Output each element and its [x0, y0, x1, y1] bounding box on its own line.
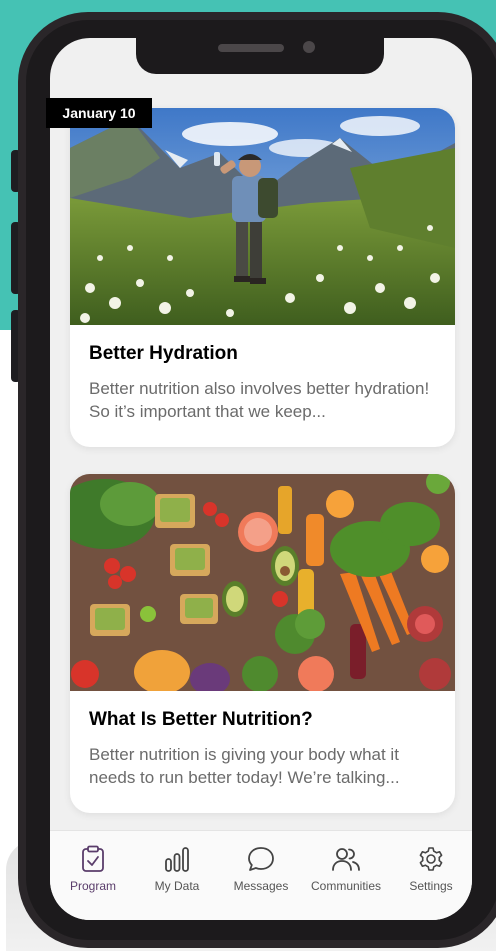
tab-label: Program	[69, 879, 116, 893]
clipboard-check-icon	[82, 845, 104, 872]
tab-settings[interactable]: Settings	[388, 845, 474, 893]
tab-label: Communities	[310, 879, 382, 893]
card-title: What Is Better Nutrition?	[89, 709, 313, 730]
tab-label: Messages	[233, 879, 289, 893]
tab-program[interactable]: Program	[50, 845, 136, 893]
card-description: Better nutrition also involves better hy…	[89, 379, 430, 421]
tab-my-data[interactable]: My Data	[134, 845, 220, 893]
speaker	[218, 44, 284, 52]
hiker-landscape-image	[70, 108, 455, 325]
bar-chart-icon	[165, 847, 189, 872]
tab-communities[interactable]: Communities	[303, 845, 389, 893]
date-label: January 10	[46, 98, 152, 128]
card-body: Better Hydration Better nutrition also i…	[70, 325, 455, 423]
gear-icon	[419, 847, 443, 871]
card-title: Better Hydration	[89, 343, 238, 364]
card-body: What Is Better Nutrition? Better nutriti…	[70, 691, 455, 789]
tab-messages[interactable]: Messages	[218, 845, 304, 893]
article-card-nutrition[interactable]: What Is Better Nutrition? Better nutriti…	[70, 474, 455, 813]
bottom-tab-bar: Program My Data Messages Communities Set…	[50, 830, 472, 920]
chat-bubble-icon	[248, 847, 274, 871]
healthy-food-image	[70, 474, 455, 691]
front-camera	[303, 41, 315, 53]
article-card-hydration[interactable]: Better Hydration Better nutrition also i…	[70, 108, 455, 447]
tab-label: My Data	[154, 879, 200, 893]
people-icon	[332, 848, 360, 871]
tab-label: Settings	[409, 879, 453, 893]
card-description: Better nutrition is giving your body wha…	[89, 745, 400, 787]
